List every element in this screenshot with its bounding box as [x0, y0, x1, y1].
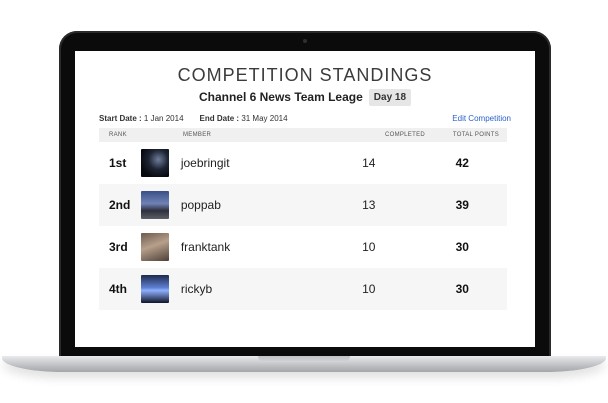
- laptop-lid: COMPETITION STANDINGS Channel 6 News Tea…: [59, 31, 551, 359]
- edit-competition-link[interactable]: Edit Competition: [452, 114, 511, 123]
- rank-cell: 1st: [109, 156, 127, 170]
- header-rank: RANK: [109, 132, 127, 138]
- header-completed: COMPLETED: [384, 132, 426, 138]
- table-header: RANK MEMBER COMPLETED TOTAL POINTS: [99, 128, 507, 142]
- start-date: Start Date : 1 Jan 2014: [99, 114, 184, 123]
- table-row[interactable]: 4th rickyb 10 30: [99, 268, 507, 310]
- laptop-screen: COMPETITION STANDINGS Channel 6 News Tea…: [75, 51, 535, 347]
- table-row[interactable]: 3rd franktank 10 30: [99, 226, 507, 268]
- page-title: COMPETITION STANDINGS: [177, 65, 433, 85]
- avatar: [140, 275, 169, 303]
- points-cell: 39: [455, 198, 469, 212]
- laptop-notch: [258, 356, 350, 362]
- points-cell: 30: [455, 282, 469, 296]
- rank-cell: 2nd: [109, 198, 131, 212]
- member-name[interactable]: rickyb: [181, 282, 320, 296]
- completed-cell: 13: [362, 198, 376, 212]
- end-date-label: End Date :: [199, 113, 240, 123]
- laptop-base: [2, 356, 606, 372]
- points-cell: 30: [455, 240, 469, 254]
- completed-cell: 10: [362, 240, 376, 254]
- table-row[interactable]: 1st joebringit 14 42: [99, 142, 507, 184]
- day-badge: Day 18: [368, 88, 412, 106]
- rank-cell: 4th: [109, 282, 127, 296]
- avatar: [140, 149, 169, 177]
- member-name[interactable]: franktank: [181, 240, 320, 254]
- end-date-value: 31 May 2014: [241, 113, 288, 123]
- avatar: [140, 191, 169, 219]
- start-date-value: 1 Jan 2014: [143, 113, 184, 123]
- header-total-points: TOTAL POINTS: [452, 132, 500, 138]
- completed-cell: 14: [362, 156, 376, 170]
- member-name[interactable]: poppab: [181, 198, 320, 212]
- camera-icon: [303, 39, 307, 43]
- competition-header: Channel 6 News Team Leage Day 18: [75, 87, 535, 107]
- member-name[interactable]: joebringit: [181, 156, 320, 170]
- avatar: [140, 233, 169, 261]
- completed-cell: 10: [362, 282, 376, 296]
- laptop-mockup: COMPETITION STANDINGS Channel 6 News Tea…: [0, 0, 608, 403]
- dates-row: Start Date : 1 Jan 2014 End Date : 31 Ma…: [99, 111, 511, 125]
- standings-table: RANK MEMBER COMPLETED TOTAL POINTS 1st j…: [99, 128, 507, 310]
- header-member: MEMBER: [183, 132, 212, 138]
- points-cell: 42: [455, 156, 469, 170]
- start-date-label: Start Date :: [99, 113, 142, 123]
- rank-cell: 3rd: [109, 240, 128, 254]
- competition-name: Channel 6 News Team Leage: [198, 90, 363, 104]
- table-row[interactable]: 2nd poppab 13 39: [99, 184, 507, 226]
- end-date: End Date : 31 May 2014: [200, 114, 288, 123]
